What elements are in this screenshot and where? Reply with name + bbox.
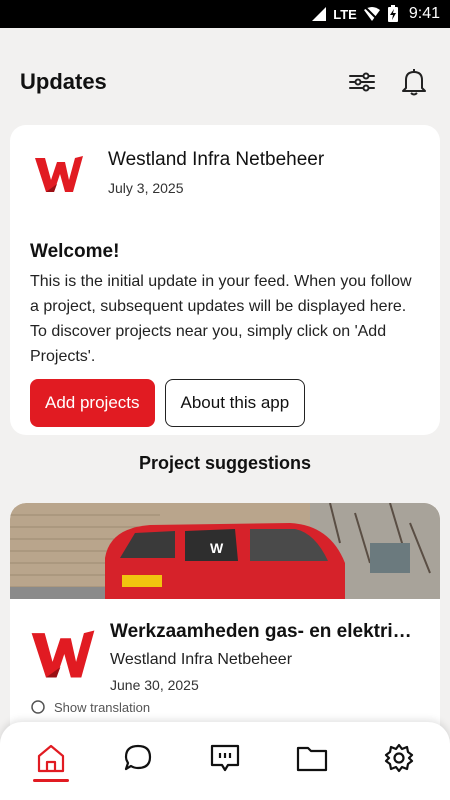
- network-label: LTE: [333, 6, 357, 22]
- filter-button[interactable]: [346, 66, 378, 98]
- nav-chat[interactable]: [108, 730, 168, 786]
- project-photo: W: [10, 503, 440, 599]
- status-bar: LTE 9:41: [0, 0, 450, 28]
- header: Updates: [20, 60, 430, 104]
- nav-home[interactable]: [21, 730, 81, 786]
- notifications-button[interactable]: [398, 66, 430, 98]
- bell-icon: [402, 69, 426, 96]
- translation-row[interactable]: Show translation: [10, 699, 440, 715]
- header-actions: [346, 66, 430, 98]
- suggestions-heading: Project suggestions: [138, 453, 312, 473]
- active-indicator: [33, 779, 70, 782]
- about-app-button[interactable]: About this app: [164, 379, 306, 427]
- project-date: June 30, 2025: [110, 677, 199, 693]
- translation-label: Show translation: [54, 699, 151, 715]
- battery-icon: [387, 5, 398, 22]
- nav-folders[interactable]: [282, 730, 342, 786]
- welcome-title: Welcome!: [30, 241, 120, 262]
- org-logo: [30, 145, 88, 203]
- clock: 9:41: [408, 5, 440, 22]
- page-title: Updates: [20, 69, 107, 94]
- post-date: July 3, 2025: [108, 180, 184, 196]
- org-info: Westland Infra Netbeheer July 3, 2025: [108, 145, 324, 196]
- sliders-icon: [349, 72, 375, 92]
- message-icon: [210, 744, 240, 772]
- westland-logo-icon: [31, 630, 95, 678]
- button-row: Add projects About this app: [30, 379, 420, 427]
- nav-messages[interactable]: [195, 730, 255, 786]
- folder-icon: [296, 746, 327, 772]
- chat-icon: [125, 744, 152, 771]
- nav-settings[interactable]: [369, 730, 429, 786]
- home-icon: [38, 744, 65, 773]
- welcome-body: This is the initial update in your feed.…: [30, 273, 412, 365]
- westland-logo-icon: [35, 156, 83, 192]
- van-photo-image: W: [10, 503, 440, 599]
- project-title: Werkzaamheden gas- en elektriciteit...: [110, 621, 420, 642]
- org-name: Westland Infra Netbeheer: [108, 149, 325, 170]
- welcome-card: Westland Infra Netbeheer July 3, 2025 We…: [10, 125, 440, 435]
- bottom-nav: [0, 722, 450, 800]
- project-org: Westland Infra Netbeheer: [110, 651, 293, 668]
- project-body: Werkzaamheden gas- en elektriciteit... W…: [10, 599, 440, 693]
- project-org-logo: [28, 619, 98, 689]
- add-projects-button[interactable]: Add projects: [30, 379, 155, 427]
- translate-icon: [31, 700, 45, 714]
- project-info: Werkzaamheden gas- en elektriciteit... W…: [110, 619, 420, 693]
- signal-icon: [312, 7, 327, 21]
- wifi-off-icon: [363, 6, 380, 22]
- svg-text:W: W: [210, 540, 224, 556]
- org-row: Westland Infra Netbeheer July 3, 2025: [30, 145, 420, 203]
- settings-icon: [384, 743, 413, 773]
